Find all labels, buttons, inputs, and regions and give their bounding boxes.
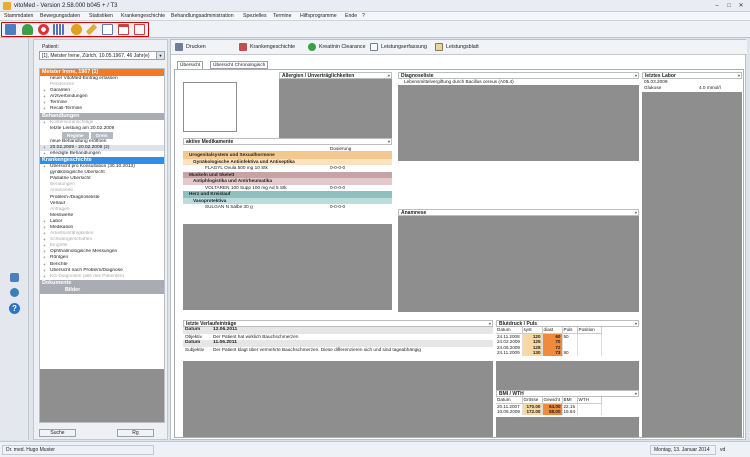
print-button[interactable]: Drucken xyxy=(175,43,206,51)
chevron-down-icon[interactable]: ▼ xyxy=(156,52,164,59)
menu-bar: Stammdaten Bewegungsdaten Statistiken Kr… xyxy=(0,12,750,21)
app-icon xyxy=(3,2,11,10)
clearance-button[interactable]: Kreatinin Clearance xyxy=(308,43,366,51)
blood-pressure-table: Datum syst diast Puls Position 24.11.2008 120 6… xyxy=(496,327,602,356)
medications-table: Dosierung Urogenitalsystem und Sexualhor… xyxy=(183,145,392,224)
patient-select-value: [1], Meister Irene, Zürich, 10.05.1967, … xyxy=(42,53,150,59)
expand-icon[interactable]: » xyxy=(634,210,637,216)
anamnesis-panel: Anamnese» xyxy=(398,209,639,312)
go-button[interactable]: Rg xyxy=(117,429,154,437)
lab-panel: letztes Labor» 05.03.2009 Glukose 4.0 mmo… xyxy=(642,72,742,437)
sheet-icon xyxy=(435,43,443,51)
minimize-button[interactable]: – xyxy=(712,2,722,10)
menu-hilfsprogramme[interactable]: Hilfsprogramme xyxy=(300,13,337,19)
section-treatments[interactable]: Behandlungen xyxy=(40,112,164,120)
form-icon xyxy=(370,43,378,51)
globe-icon[interactable] xyxy=(10,288,19,297)
content-toolbar: Drucken Krankengeschichte Kreatinin Clea… xyxy=(171,40,747,55)
status-user: Dr. med. Hugo Muster xyxy=(6,447,55,453)
left-icon-strip: ? xyxy=(0,38,29,440)
section-patient[interactable]: Meister Irene, 1967 (1) xyxy=(40,69,164,76)
window-title: vitoMed - Version 2.58.000 b045 + / T3 xyxy=(14,3,118,9)
menu-statistiken[interactable]: Statistiken xyxy=(89,13,113,19)
bmi-table: Datum Grösse Gewicht BMI WTH 20.11.2007 170.00… xyxy=(496,397,602,415)
diagnoses-header: Diagnoseliste» xyxy=(398,72,639,79)
main-content: Drucken Krankengeschichte Kreatinin Clea… xyxy=(170,39,747,440)
medications-header: aktive Medikamente» xyxy=(183,138,392,145)
bp-table-wrap: Datum syst diast Puls Position 24.11.2008 120 6… xyxy=(496,327,639,361)
overview-canvas: Allergien / Unverträglichkeiten» Diagnos… xyxy=(174,69,744,438)
table-row[interactable]: 10.06.2009 172.00 58.00 19.84 xyxy=(496,409,602,415)
blood-pressure-header: Blutdruck / Puls» xyxy=(496,320,639,327)
expand-icon[interactable]: » xyxy=(387,73,390,79)
diagnoses-panel: Diagnoseliste» Lebensmittelvergiftung du… xyxy=(398,72,639,161)
history-entry-row[interactable]: Subjektiv Der Patient klagt über vermehrt… xyxy=(183,347,493,354)
nav-treatment-item[interactable]: letzte Leistung am 20.02.2009 xyxy=(40,126,164,132)
patient-photo xyxy=(183,82,237,132)
title-bar: vitoMed - Version 2.58.000 b045 + / T3 –… xyxy=(0,0,750,12)
menu-stammdaten[interactable]: Stammdaten xyxy=(4,13,33,19)
tree-empty-area xyxy=(40,369,164,422)
navigation-panel: Patient: [1], Meister Irene, Zürich, 10.… xyxy=(33,39,168,440)
status-tag: vd xyxy=(720,447,726,453)
blood-pressure-panel: Blutdruck / Puls» Datum syst diast Puls Posi… xyxy=(496,320,639,398)
menu-termine[interactable]: Termine xyxy=(273,13,291,19)
service-sheet-button[interactable]: Leistungsblatt xyxy=(435,43,479,51)
close-button[interactable]: ✕ xyxy=(736,2,746,10)
table-row[interactable]: 24.11.2009 130 73 90 xyxy=(496,350,602,356)
menu-bewegungsdaten[interactable]: Bewegungsdaten xyxy=(40,13,80,19)
lab-header: letztes Labor» xyxy=(642,72,742,79)
medications-panel: aktive Medikamente» Dosierung Urogenital… xyxy=(183,138,392,310)
menu-behandlungsadministration[interactable]: Behandlungsadministration xyxy=(171,13,234,19)
anamnesis-header: Anamnese» xyxy=(398,209,639,216)
patient-label: Patient: xyxy=(42,44,59,50)
book-icon xyxy=(239,43,247,51)
subtab-grein[interactable]: Grein xyxy=(90,131,113,139)
nav-treatment-item[interactable]: erledigte Behandlungen xyxy=(40,151,164,157)
nav-history-item[interactable]: KG-Diagnosen (alle des Patienten) xyxy=(40,274,164,280)
treatment-subtabs: Regime Grein xyxy=(40,131,164,139)
service-entry-button[interactable]: Leistungserfassung xyxy=(370,43,427,51)
nav-patient-item[interactable]: Recall-Termine xyxy=(40,106,164,112)
maximize-button[interactable]: □ xyxy=(724,2,734,10)
patient-select[interactable]: [1], Meister Irene, Zürich, 10.05.1967, … xyxy=(39,51,165,60)
bmi-table-wrap: Datum Grösse Gewicht BMI WTH 20.11.2007 170.00… xyxy=(496,397,639,417)
notes-icon[interactable] xyxy=(10,273,19,282)
toolbar-highlight-frame xyxy=(1,22,149,37)
section-history[interactable]: Krankengeschichte xyxy=(40,157,164,165)
history-panel: letzte Verlaufeinträge» Datum 12.06.2011 O… xyxy=(183,320,493,437)
status-bar: Dr. med. Hugo Muster Montag, 13. Januar … xyxy=(0,441,750,457)
lab-row: Glukose 4.0 mmol/l xyxy=(644,85,721,90)
history-entries: Datum 12.06.2011 Objektiv Der Patient hat w… xyxy=(183,327,493,361)
status-date: Montag, 13. Januar 2014 xyxy=(654,447,710,453)
subtab-regime[interactable]: Regime xyxy=(62,131,89,139)
dosage-column-header: Dosierung xyxy=(330,146,352,151)
menu-help[interactable]: ? xyxy=(362,13,365,19)
printer-icon xyxy=(175,43,183,51)
tab-overview-chronological[interactable]: Übersicht Chronologisch xyxy=(210,61,269,69)
menu-ende[interactable]: Ende xyxy=(345,13,357,19)
diagnosis-item[interactable]: Lebensmittelvergiftung durch Bacillus ce… xyxy=(398,79,639,85)
section-documents[interactable]: Dokumente xyxy=(40,279,164,287)
bmi-header: BMI / WTH» xyxy=(496,390,639,397)
kidney-icon xyxy=(308,43,316,51)
menu-spezielles[interactable]: Spezielles xyxy=(243,13,267,19)
history-header: letzte Verlaufeinträge» xyxy=(183,320,493,327)
menu-krankengeschichte[interactable]: Krankengeschichte xyxy=(121,13,165,19)
navigation-tree: Meister Irene, 1967 (1) neuer VitoMed-Ei… xyxy=(39,68,165,423)
section-images[interactable]: Bilder xyxy=(40,286,164,294)
history-button[interactable]: Krankengeschichte xyxy=(239,43,295,51)
med-drug-row[interactable]: SULGAN N Salbe 30 g 0-0-0-0 xyxy=(183,204,392,211)
help-icon[interactable]: ? xyxy=(9,303,20,314)
lab-body: 05.03.2009 Glukose 4.0 mmol/l xyxy=(642,79,742,92)
search-button[interactable]: Suche xyxy=(39,429,76,437)
allergies-header: Allergien / Unverträglichkeiten» xyxy=(279,72,392,79)
bmi-panel: BMI / WTH» Datum Grösse Gewicht BMI WTH 20.11… xyxy=(496,390,639,437)
